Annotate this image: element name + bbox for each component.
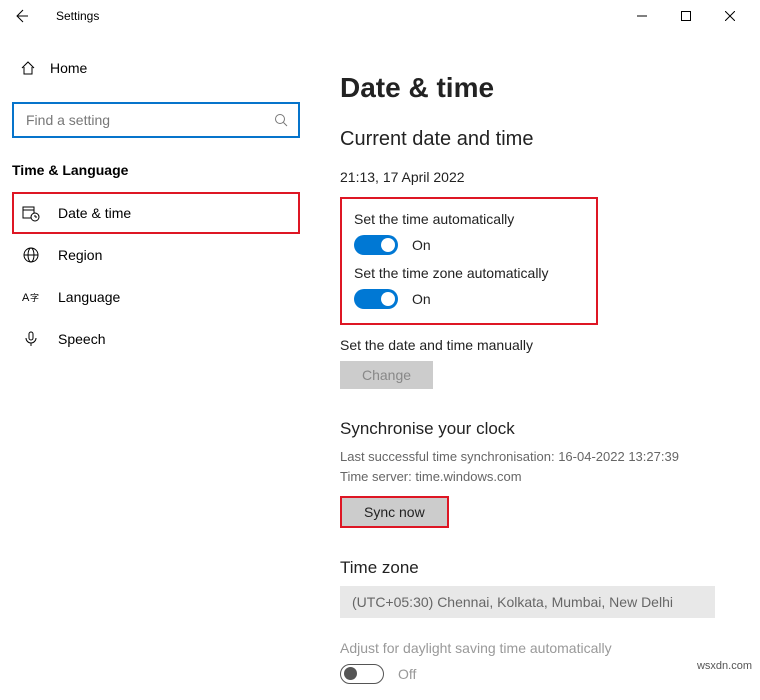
- section-title: Current date and time: [340, 128, 728, 151]
- sidebar-item-region[interactable]: Region: [12, 234, 300, 276]
- auto-time-label: Set the time automatically: [354, 211, 584, 227]
- sync-server: Time server: time.windows.com: [340, 467, 728, 487]
- sidebar: Home Time & Language Date & time Region …: [0, 32, 312, 700]
- home-icon: [20, 60, 36, 76]
- daylight-state: Off: [398, 666, 416, 682]
- svg-text:A: A: [22, 292, 30, 304]
- auto-tz-label: Set the time zone automatically: [354, 265, 584, 281]
- search-icon: [274, 113, 288, 127]
- timezone-title: Time zone: [340, 558, 728, 578]
- current-datetime: 21:13, 17 April 2022: [340, 169, 728, 185]
- maximize-icon: [681, 11, 691, 21]
- category-heading: Time & Language: [12, 162, 300, 178]
- minimize-icon: [637, 11, 647, 21]
- auto-settings-group: Set the time automatically On Set the ti…: [340, 197, 598, 325]
- auto-tz-state: On: [412, 291, 431, 307]
- sync-title: Synchronise your clock: [340, 419, 728, 439]
- sidebar-item-label: Language: [58, 289, 120, 305]
- change-button[interactable]: Change: [340, 361, 433, 389]
- home-label: Home: [50, 60, 87, 76]
- auto-time-toggle[interactable]: [354, 235, 398, 255]
- sidebar-item-label: Date & time: [58, 205, 131, 221]
- title-bar: Settings: [0, 0, 760, 32]
- sidebar-item-speech[interactable]: Speech: [12, 318, 300, 360]
- back-arrow-icon: [14, 8, 30, 24]
- page-title: Date & time: [340, 72, 728, 104]
- sync-last: Last successful time synchronisation: 16…: [340, 447, 728, 467]
- daylight-toggle[interactable]: [340, 664, 384, 684]
- main-content: Date & time Current date and time 21:13,…: [312, 32, 760, 700]
- auto-tz-toggle[interactable]: [354, 289, 398, 309]
- home-nav[interactable]: Home: [12, 52, 300, 84]
- globe-icon: [22, 246, 40, 264]
- minimize-button[interactable]: [620, 0, 664, 32]
- close-icon: [725, 11, 735, 21]
- sidebar-item-label: Region: [58, 247, 102, 263]
- manual-label: Set the date and time manually: [340, 337, 728, 353]
- calendar-clock-icon: [22, 204, 40, 222]
- sync-now-button[interactable]: Sync now: [340, 496, 449, 528]
- back-button[interactable]: [8, 2, 36, 30]
- close-button[interactable]: [708, 0, 752, 32]
- search-input[interactable]: [24, 111, 266, 129]
- sidebar-item-label: Speech: [58, 331, 105, 347]
- sidebar-item-date-time[interactable]: Date & time: [12, 192, 300, 234]
- watermark: wsxdn.com: [697, 660, 752, 672]
- search-box[interactable]: [12, 102, 300, 138]
- auto-time-state: On: [412, 237, 431, 253]
- microphone-icon: [22, 330, 40, 348]
- sidebar-item-language[interactable]: A字 Language: [12, 276, 300, 318]
- timezone-select[interactable]: (UTC+05:30) Chennai, Kolkata, Mumbai, Ne…: [340, 586, 715, 618]
- app-title: Settings: [56, 9, 99, 23]
- language-icon: A字: [22, 288, 40, 306]
- daylight-label: Adjust for daylight saving time automati…: [340, 640, 728, 656]
- svg-text:字: 字: [30, 292, 39, 303]
- maximize-button[interactable]: [664, 0, 708, 32]
